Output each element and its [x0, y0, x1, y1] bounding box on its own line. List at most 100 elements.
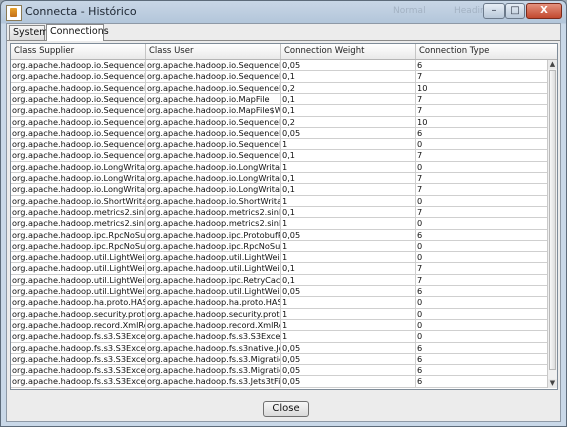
scroll-thumb[interactable]	[549, 70, 556, 370]
cell-class-supplier: org.apache.hadoop.io.SequenceFile...	[11, 127, 146, 139]
cell-connection-weight: 0,1	[281, 206, 416, 218]
cell-class-supplier: org.apache.hadoop.ipc.RpcNoSuch...	[12, 229, 146, 241]
cell-connection-weight: 0,05	[281, 353, 416, 365]
table-row[interactable]: org.apache.hadoop.fs.s3.S3Exceptionorg.a…	[11, 376, 548, 388]
cell-class-supplier: org.apache.hadoop.util.LightWeight...	[12, 263, 146, 275]
close-window-button[interactable]: X	[526, 3, 562, 19]
cell-class-supplier: org.apache.hadoop.io.LongWritable...	[12, 173, 146, 184]
table-row[interactable]: org.apache.hadoop.util.LightWeight...org…	[11, 252, 548, 264]
table-row[interactable]: org.apache.hadoop.util.LightWeight...org…	[11, 274, 548, 287]
cell-connection-type: 0	[416, 139, 548, 151]
cell-class-user: org.apache.hadoop.io.MapFile$Writer	[147, 105, 281, 117]
table-row[interactable]: org.apache.hadoop.io.SequenceFile...org.…	[11, 71, 548, 83]
cell-connection-type: 7	[416, 274, 548, 286]
cell-connection-weight: 1	[281, 139, 416, 151]
table-row[interactable]: org.apache.hadoop.io.SequenceFile...org.…	[11, 105, 548, 117]
cell-connection-type: 0	[416, 319, 548, 331]
cell-class-supplier: org.apache.hadoop.io.SequenceFile...	[11, 60, 146, 71]
cell-class-supplier: org.apache.hadoop.io.SequenceFile...	[11, 150, 146, 162]
table-row[interactable]: org.apache.hadoop.fs.s3.S3Exceptionorg.a…	[11, 331, 548, 343]
table-row[interactable]: org.apache.hadoop.metrics2.sink.g...org.…	[11, 206, 548, 219]
cell-connection-weight: 0,05	[281, 286, 416, 297]
column-header-class-supplier[interactable]: Class Supplier	[11, 44, 146, 59]
table-header: Class Supplier Class User Connection Wei…	[11, 44, 557, 60]
cell-class-supplier: org.apache.hadoop.metrics2.sink.g...	[12, 218, 146, 230]
cell-class-supplier: org.apache.hadoop.fs.s3.S3Exception	[12, 365, 146, 377]
cell-connection-type: 7	[416, 173, 548, 184]
connections-panel: Class Supplier Class User Connection Wei…	[7, 40, 560, 393]
table-row[interactable]: org.apache.hadoop.fs.s3.S3Exceptionorg.a…	[11, 353, 548, 366]
cell-connection-type: 0	[416, 297, 548, 309]
table-row[interactable]: org.apache.hadoop.io.SequenceFile...org.…	[11, 150, 548, 162]
cell-class-user: org.apache.hadoop.ipc.RpcNoSuch...	[147, 240, 281, 252]
cell-class-user: org.apache.hadoop.fs.s3.S3Exception	[147, 331, 281, 343]
column-header-connection-type[interactable]: Connection Type	[416, 44, 557, 59]
cell-class-user: org.apache.hadoop.fs.s3.Migration...	[147, 353, 281, 365]
cell-connection-type: 10	[416, 116, 548, 128]
cell-class-user: org.apache.hadoop.metrics2.sink.g...	[147, 206, 281, 218]
cell-class-supplier: org.apache.hadoop.io.ShortWritable	[12, 195, 146, 207]
cell-connection-type: 6	[416, 342, 548, 354]
cell-class-supplier: org.apache.hadoop.security.protoc...	[12, 308, 146, 320]
cell-connection-type: 7	[416, 105, 548, 117]
minimize-button[interactable]: –	[483, 3, 505, 19]
table-row[interactable]: org.apache.hadoop.ipc.RpcNoSuch...org.ap…	[11, 240, 548, 253]
close-button[interactable]: Close	[263, 401, 309, 417]
cell-connection-type: 6	[416, 376, 548, 388]
table-row[interactable]: org.apache.hadoop.io.SequenceFile...org.…	[11, 60, 548, 72]
cell-connection-weight: 1	[281, 240, 416, 252]
cell-class-user: org.apache.hadoop.fs.s3.Jets3tFile...	[147, 376, 281, 388]
table-row[interactable]: org.apache.hadoop.ha.proto.HASer...org.a…	[11, 297, 548, 309]
table-row[interactable]: org.apache.hadoop.util.LightWeight...org…	[11, 263, 548, 275]
table-row[interactable]: org.apache.hadoop.io.LongWritable...org.…	[11, 161, 548, 174]
cell-connection-weight: 0,05	[281, 60, 416, 71]
cell-connection-type: 6	[416, 286, 548, 297]
cell-connection-weight: 0,1	[281, 173, 416, 184]
title-bar[interactable]: Connecta - Histórico Normal Heading – □ …	[1, 1, 566, 23]
cell-connection-type: 0	[416, 331, 548, 343]
table-row[interactable]: org.apache.hadoop.io.LongWritable...org.…	[11, 184, 548, 196]
cell-connection-weight: 1	[281, 195, 416, 207]
cell-connection-weight: 0,1	[281, 71, 416, 83]
app-window: Connecta - Histórico Normal Heading – □ …	[0, 0, 567, 427]
scroll-down-arrow[interactable]: ▼	[548, 379, 557, 388]
table-row[interactable]: org.apache.hadoop.io.ShortWritable org.ap…	[11, 195, 548, 207]
cell-class-user: org.apache.hadoop.ipc.RetryCache	[147, 274, 281, 286]
cell-connection-weight: 0,1	[281, 184, 416, 196]
cell-connection-weight: 0,05	[281, 127, 416, 139]
table-row[interactable]: org.apache.hadoop.io.LongWritable...org.…	[11, 173, 548, 185]
table-row[interactable]: org.apache.hadoop.io.SequenceFile...org.…	[11, 82, 548, 94]
cell-connection-weight: 1	[281, 297, 416, 309]
cell-class-user: org.apache.hadoop.io.LongWritable	[147, 173, 281, 184]
cell-connection-weight: 0,1	[281, 93, 416, 105]
cell-class-supplier: org.apache.hadoop.metrics2.sink.g...	[12, 206, 146, 218]
table-row[interactable]: org.apache.hadoop.io.SequenceFile...org.…	[11, 116, 548, 128]
window-content: System Connections Class Supplier Class …	[6, 23, 561, 422]
column-header-class-user[interactable]: Class User	[146, 44, 281, 59]
table-row[interactable]: org.apache.hadoop.util.LightWeight...org…	[11, 286, 548, 298]
cell-connection-weight: 0,2	[281, 82, 416, 94]
cell-class-supplier: org.apache.hadoop.io.LongWritable...	[12, 184, 146, 196]
cell-connection-type: 7	[416, 184, 548, 196]
table-row[interactable]: org.apache.hadoop.io.SequenceFile...org.…	[11, 127, 548, 140]
table-row[interactable]: org.apache.hadoop.io.SequenceFile...org.…	[11, 93, 548, 106]
table-row[interactable]: org.apache.hadoop.security.protoc...org.…	[11, 308, 548, 320]
maximize-button[interactable]: □	[505, 3, 525, 19]
scroll-up-arrow[interactable]: ▲	[548, 60, 557, 69]
tab-connections[interactable]: Connections	[46, 24, 109, 41]
table-row[interactable]: org.apache.hadoop.fs.s3.S3Exceptionorg.a…	[11, 342, 548, 354]
cell-class-user: org.apache.hadoop.util.LightWeight...	[147, 263, 281, 275]
cell-connection-weight: 1	[281, 308, 416, 320]
cell-class-supplier: org.apache.hadoop.record.XmlReco...	[11, 319, 146, 331]
table-row[interactable]: org.apache.hadoop.io.SequenceFile...org.…	[11, 139, 548, 151]
cell-connection-weight: 0,05	[281, 342, 416, 354]
cell-class-user: org.apache.hadoop.io.SequenceFile	[147, 60, 281, 71]
table-row[interactable]: org.apache.hadoop.record.XmlReco...org.a…	[11, 319, 548, 332]
tab-system[interactable]: System	[9, 25, 48, 40]
cell-class-supplier: org.apache.hadoop.ha.proto.HASer...	[12, 297, 146, 309]
table-row[interactable]: org.apache.hadoop.ipc.RpcNoSuch...org.ap…	[11, 229, 548, 241]
vertical-scrollbar[interactable]: ▲ ▼	[547, 60, 557, 388]
table-row[interactable]: org.apache.hadoop.fs.s3.S3Exceptionorg.a…	[11, 365, 548, 377]
table-row[interactable]: org.apache.hadoop.metrics2.sink.g...org.…	[11, 218, 548, 230]
column-header-connection-weight[interactable]: Connection Weight	[281, 44, 416, 59]
